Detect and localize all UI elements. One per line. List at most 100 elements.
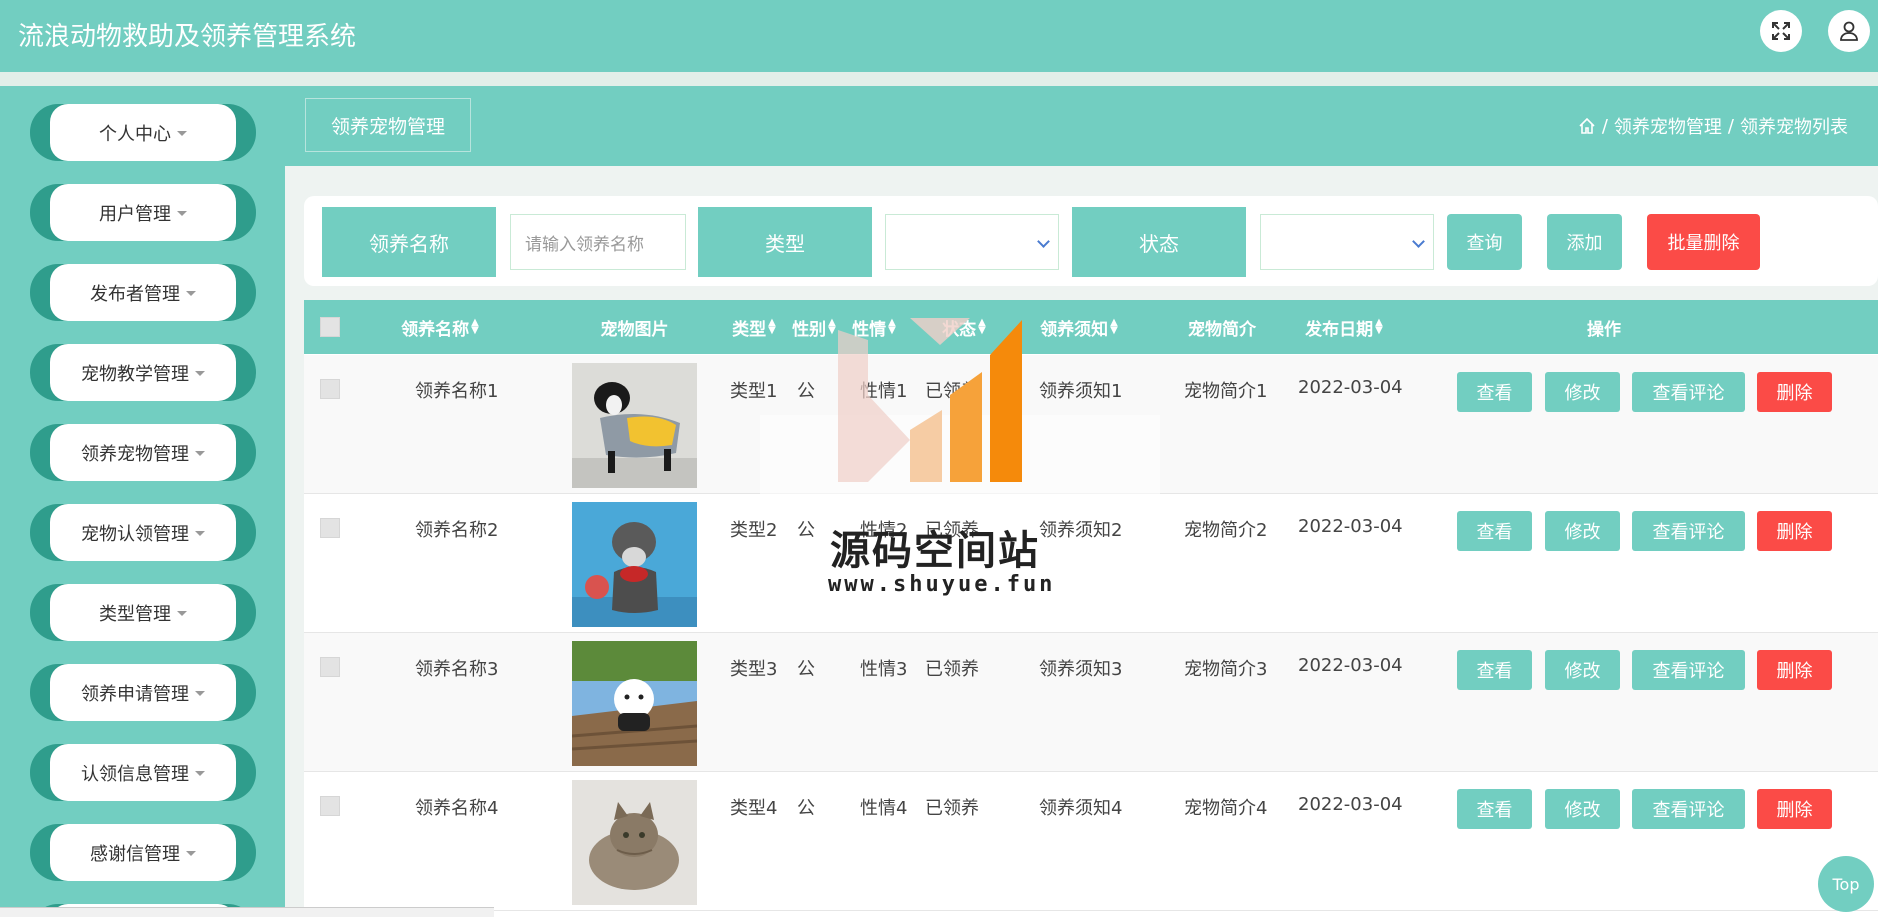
- caret-down-icon: [195, 451, 205, 456]
- chevron-down-icon: [1412, 235, 1425, 248]
- cell-name: 领养名称2: [415, 520, 499, 541]
- cell-status: 已领养: [925, 659, 979, 680]
- row-checkbox[interactable]: [320, 657, 340, 677]
- pet-image-bichon[interactable]: [572, 641, 697, 766]
- view-comments-button[interactable]: 查看评论: [1632, 789, 1745, 829]
- sidebar-item-label: 宠物认领管理: [81, 523, 189, 545]
- query-button[interactable]: 查询: [1447, 214, 1522, 270]
- cell-intro: 宠物简介2: [1184, 520, 1268, 541]
- sidebar: 个人中心 用户管理 发布者管理 宠物教学管理 领养宠物管理 宠物认领管理 类型管…: [0, 86, 285, 917]
- cell-status: 已领养: [925, 798, 979, 819]
- user-icon: [1840, 21, 1858, 41]
- top-header: 流浪动物救助及领养管理系统: [0, 0, 1878, 72]
- row-checkbox[interactable]: [320, 379, 340, 399]
- edit-button[interactable]: 修改: [1545, 650, 1620, 690]
- cell-notice: 领养须知3: [1039, 659, 1123, 680]
- caret-down-icon: [186, 851, 196, 856]
- cell-gender: 公: [797, 798, 815, 819]
- watermark-logo: [760, 318, 1160, 495]
- cell-intro: 宠物简介1: [1184, 381, 1268, 402]
- cell-gender: 公: [797, 659, 815, 680]
- search-panel: 领养名称 请输入领养名称 类型 状态 查询 添加 批量删除: [304, 196, 1878, 286]
- add-button[interactable]: 添加: [1547, 214, 1622, 270]
- row-checkbox[interactable]: [320, 796, 340, 816]
- batch-delete-button[interactable]: 批量删除: [1647, 214, 1760, 270]
- type-label: 类型: [698, 207, 872, 277]
- column-header-name[interactable]: 领养名称 ▲ ▼: [390, 300, 490, 354]
- column-header-date[interactable]: 发布日期 ▲ ▼: [1294, 300, 1394, 354]
- sidebar-item-label: 宠物教学管理: [81, 363, 189, 385]
- sort-icon: ▲ ▼: [1375, 317, 1383, 336]
- chevron-down-icon: [1037, 235, 1050, 248]
- cell-date: 2022-03-04: [1298, 377, 1403, 398]
- sidebar-item-personal-center[interactable]: 个人中心: [30, 104, 256, 161]
- name-label: 领养名称: [322, 207, 496, 277]
- sidebar-item-label: 用户管理: [99, 203, 171, 225]
- select-all-checkbox[interactable]: [320, 317, 340, 337]
- home-icon[interactable]: [1578, 117, 1596, 135]
- cell-name: 领养名称4: [415, 798, 499, 819]
- breadcrumb: / 领养宠物管理 / 领养宠物列表: [1578, 113, 1848, 139]
- sidebar-item-thank-letters[interactable]: 感谢信管理: [30, 824, 256, 881]
- status-select[interactable]: [1260, 214, 1434, 270]
- pet-image-dog-sweater[interactable]: [572, 363, 697, 488]
- sidebar-item-type-management[interactable]: 类型管理: [30, 584, 256, 641]
- delete-button[interactable]: 删除: [1757, 650, 1832, 690]
- sidebar-item-adoption-application[interactable]: 领养申请管理: [30, 664, 256, 721]
- user-button[interactable]: [1828, 10, 1870, 52]
- breadcrumb-bar: 领养宠物管理 / 领养宠物管理 / 领养宠物列表: [285, 86, 1878, 166]
- watermark-url: www.shuyue.fun: [828, 572, 1056, 597]
- view-button[interactable]: 查看: [1457, 650, 1532, 690]
- sidebar-item-label: 感谢信管理: [90, 843, 180, 865]
- pet-image-schnauzer[interactable]: [572, 502, 697, 627]
- page-title: 领养宠物管理: [305, 98, 471, 152]
- view-button[interactable]: 查看: [1457, 789, 1532, 829]
- table-row: 领养名称4 类型4 公 性情4 已领养 领养须知4 宠物简介4 2022-03-…: [304, 772, 1878, 911]
- row-checkbox[interactable]: [320, 518, 340, 538]
- sidebar-item-label: 领养宠物管理: [81, 443, 189, 465]
- edit-button[interactable]: 修改: [1545, 372, 1620, 412]
- delete-button[interactable]: 删除: [1757, 372, 1832, 412]
- sidebar-item-pet-claim[interactable]: 宠物认领管理: [30, 504, 256, 561]
- cell-name: 领养名称1: [415, 381, 499, 402]
- cell-temper: 性情3: [860, 659, 908, 680]
- browser-status-bar: [0, 907, 494, 917]
- name-search-input[interactable]: 请输入领养名称: [510, 214, 686, 270]
- cell-temper: 性情4: [860, 798, 908, 819]
- caret-down-icon: [195, 691, 205, 696]
- sidebar-item-claim-info[interactable]: 认领信息管理: [30, 744, 256, 801]
- breadcrumb-level1[interactable]: 领养宠物管理: [1614, 113, 1722, 139]
- sidebar-item-user-management[interactable]: 用户管理: [30, 184, 256, 241]
- view-button[interactable]: 查看: [1457, 372, 1532, 412]
- cell-name: 领养名称3: [415, 659, 499, 680]
- sidebar-item-label: 领养申请管理: [81, 683, 189, 705]
- caret-down-icon: [177, 131, 187, 136]
- view-comments-button[interactable]: 查看评论: [1632, 650, 1745, 690]
- breadcrumb-separator: /: [1727, 115, 1734, 137]
- pet-image-cat[interactable]: [572, 780, 697, 905]
- column-header-actions: 操作: [1587, 319, 1621, 340]
- delete-button[interactable]: 删除: [1757, 789, 1832, 829]
- app-title: 流浪动物救助及领养管理系统: [18, 22, 357, 52]
- edit-button[interactable]: 修改: [1545, 511, 1620, 551]
- caret-down-icon: [195, 771, 205, 776]
- cell-date: 2022-03-04: [1298, 794, 1403, 815]
- sidebar-item-publisher-management[interactable]: 发布者管理: [30, 264, 256, 321]
- view-comments-button[interactable]: 查看评论: [1632, 372, 1745, 412]
- breadcrumb-separator: /: [1601, 115, 1608, 137]
- back-to-top-button[interactable]: Top: [1818, 856, 1874, 912]
- caret-down-icon: [177, 611, 187, 616]
- sidebar-item-pet-teaching[interactable]: 宠物教学管理: [30, 344, 256, 401]
- view-button[interactable]: 查看: [1457, 511, 1532, 551]
- delete-button[interactable]: 删除: [1757, 511, 1832, 551]
- caret-down-icon: [186, 291, 196, 296]
- edit-button[interactable]: 修改: [1545, 789, 1620, 829]
- sidebar-item-label: 认领信息管理: [81, 763, 189, 785]
- cell-intro: 宠物简介4: [1184, 798, 1268, 819]
- view-comments-button[interactable]: 查看评论: [1632, 511, 1745, 551]
- cell-date: 2022-03-04: [1298, 655, 1403, 676]
- fullscreen-button[interactable]: [1760, 10, 1802, 52]
- status-label: 状态: [1072, 207, 1246, 277]
- sidebar-item-adoption-pets[interactable]: 领养宠物管理: [30, 424, 256, 481]
- type-select[interactable]: [885, 214, 1059, 270]
